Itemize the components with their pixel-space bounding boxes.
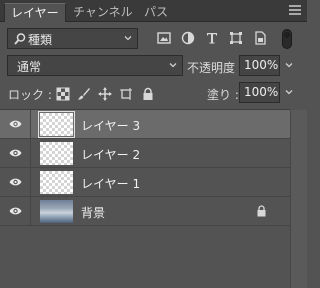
opacity-chevron-icon[interactable] (284, 60, 294, 70)
tab-paths[interactable]: パス (138, 3, 174, 22)
lock-all-icon[interactable] (141, 87, 155, 101)
lock-label: ロック : (8, 88, 52, 102)
visibility-toggle[interactable] (0, 168, 31, 197)
shape-layer-filter-icon[interactable] (229, 31, 243, 45)
fill-label: 塗り : (207, 88, 239, 102)
filter-kind-dropdown[interactable]: 種類 (7, 28, 138, 49)
eye-icon (9, 207, 22, 215)
opacity-field[interactable]: 100% (239, 55, 280, 76)
layer-row[interactable]: レイヤー 1 (0, 168, 290, 197)
lock-image-pixels-icon[interactable] (77, 87, 91, 101)
layer-name[interactable]: レイヤー 2 (81, 146, 140, 163)
adjustment-layer-filter-icon[interactable] (181, 31, 195, 45)
lock-position-icon[interactable] (98, 87, 112, 101)
layer-thumbnail[interactable] (40, 142, 73, 165)
layer-thumbnail[interactable] (38, 111, 75, 138)
fill-value: 100% (244, 85, 279, 99)
visibility-toggle[interactable] (0, 110, 31, 139)
layer-thumbnail[interactable] (40, 200, 73, 223)
filter-toggle-switch[interactable] (282, 29, 292, 49)
panel-menu-icon[interactable] (289, 5, 301, 15)
opacity-label: 不透明度 : (187, 61, 243, 75)
layer-name[interactable]: 背景 (81, 204, 105, 221)
blend-mode-value: 通常 (17, 60, 42, 74)
chevron-down-icon (124, 36, 132, 41)
fill-field[interactable]: 100% (239, 82, 280, 103)
blend-mode-dropdown[interactable]: 通常 (7, 55, 183, 76)
visibility-toggle[interactable] (0, 139, 31, 168)
lock-icon[interactable] (256, 205, 267, 217)
search-icon (14, 33, 26, 45)
filter-kind-label: 種類 (28, 33, 53, 47)
layer-name[interactable]: レイヤー 3 (81, 117, 140, 134)
pixel-layer-filter-icon[interactable] (157, 31, 171, 45)
scrollbar[interactable] (290, 110, 307, 288)
layer-filter-row: 種類 (0, 27, 307, 53)
layer-thumbnail[interactable] (40, 171, 73, 194)
layer-row[interactable]: レイヤー 2 (0, 139, 290, 168)
lock-transparent-pixels-icon[interactable] (56, 87, 70, 101)
layer-row[interactable]: レイヤー 3 (0, 110, 290, 139)
eye-icon (9, 120, 22, 128)
visibility-toggle[interactable] (0, 197, 31, 226)
chevron-down-icon (169, 63, 177, 68)
layer-row[interactable]: 背景 (0, 197, 290, 226)
fill-chevron-icon[interactable] (284, 87, 294, 97)
panel-tab-bar: レイヤー チャンネル パス (0, 0, 307, 22)
prevent-auto-nesting-icon[interactable] (119, 87, 133, 101)
eye-icon (9, 149, 22, 157)
tab-channels[interactable]: チャンネル (67, 3, 139, 22)
lock-row: ロック : 塗り : 100% (0, 82, 307, 106)
opacity-value: 100% (244, 58, 279, 72)
type-layer-filter-icon[interactable] (205, 31, 219, 45)
eye-icon (9, 178, 22, 186)
smart-object-filter-icon[interactable] (253, 31, 267, 45)
layer-name[interactable]: レイヤー 1 (81, 175, 140, 192)
tab-layers[interactable]: レイヤー (4, 3, 66, 22)
blend-row: 通常 不透明度 : 100% (0, 55, 307, 79)
